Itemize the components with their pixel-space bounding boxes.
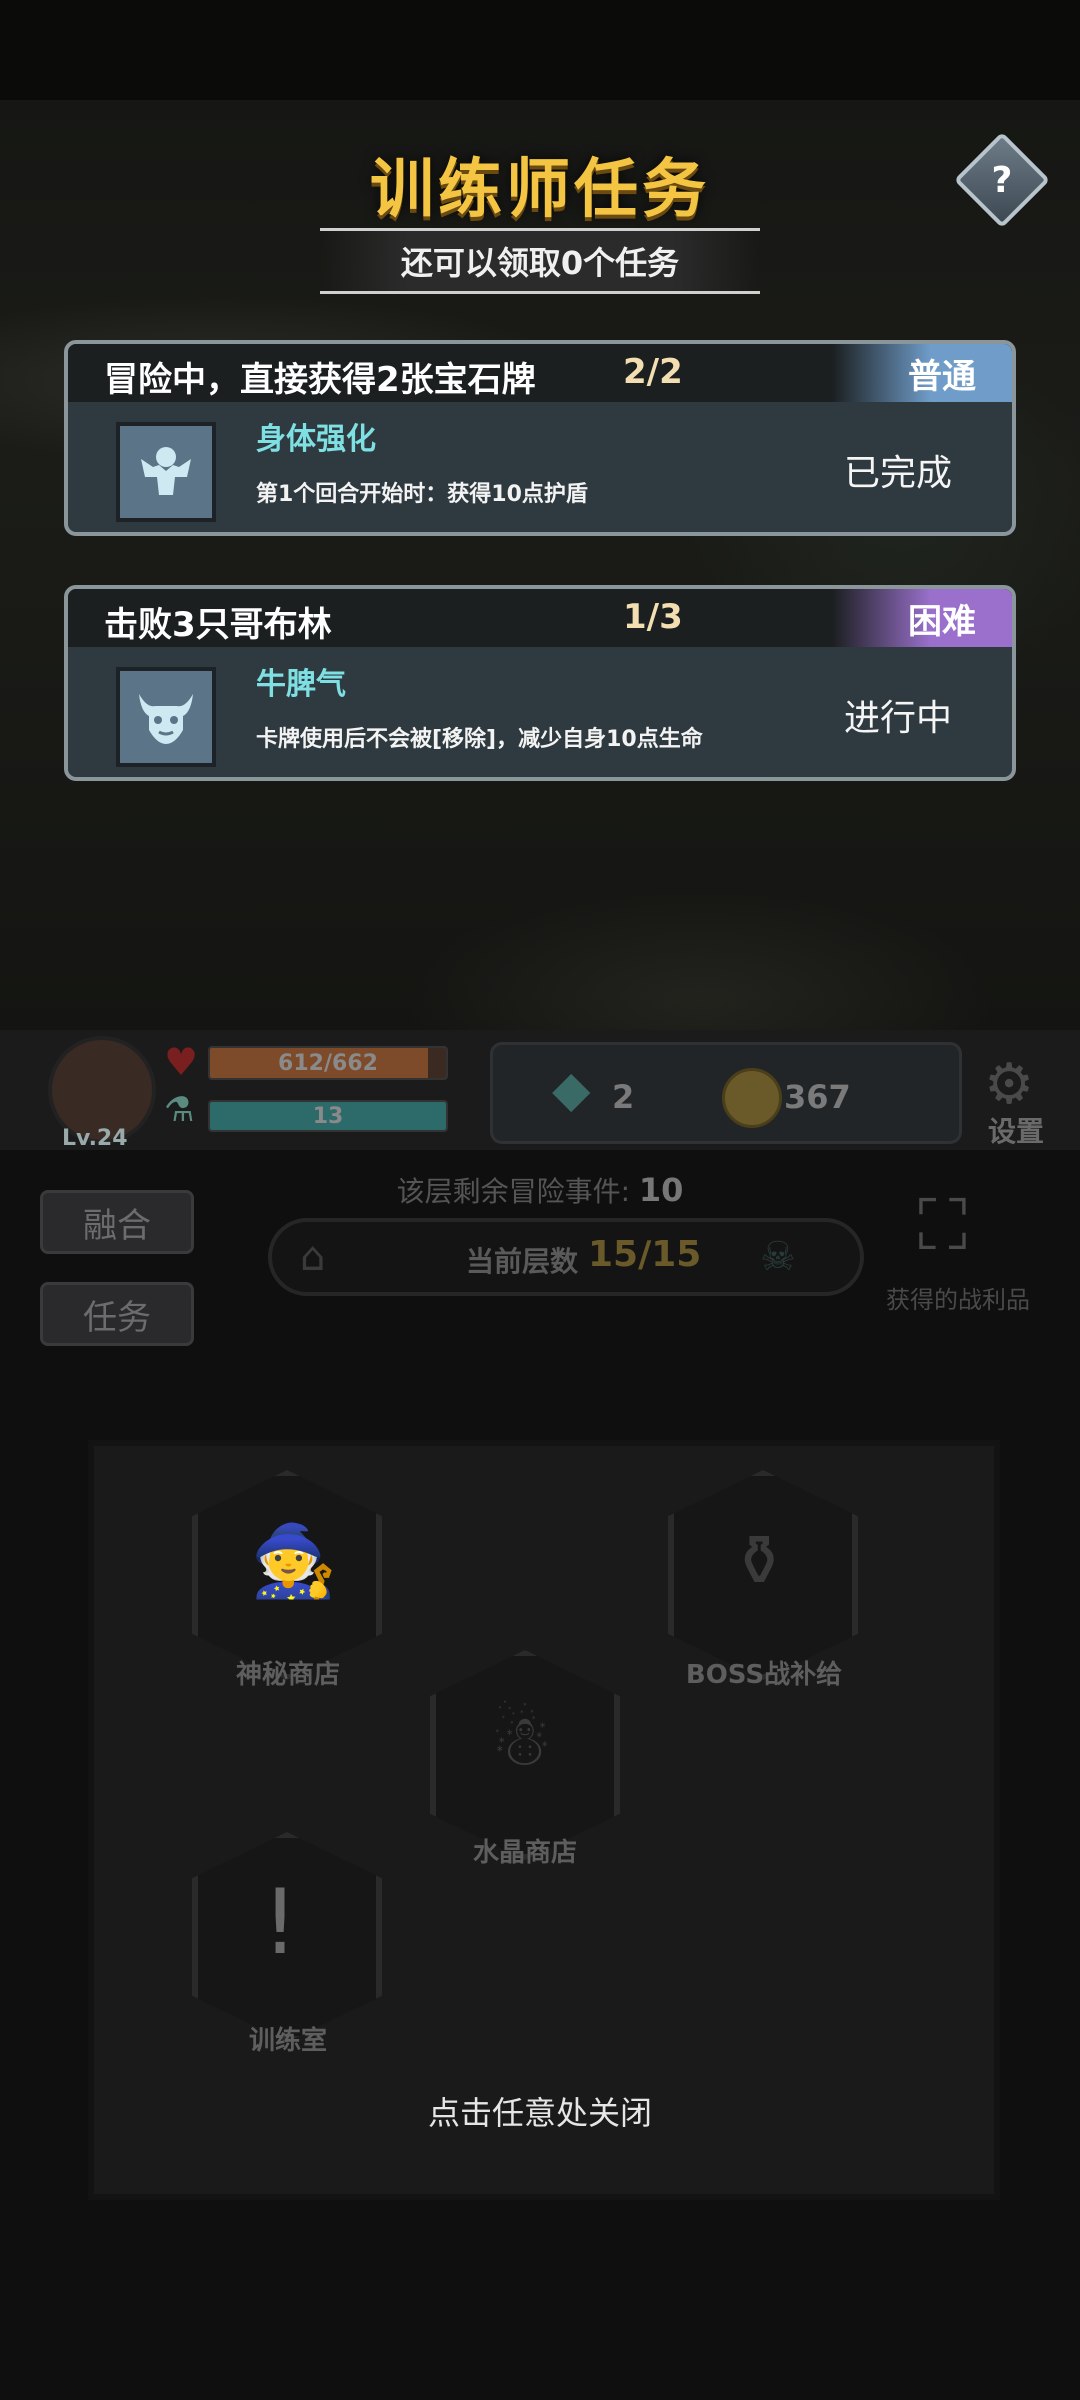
floor-events-label: 该层剩余冒险事件: <box>396 1175 630 1208</box>
coin-count: 367 <box>784 1078 851 1116</box>
coin-icon <box>722 1068 782 1128</box>
potion-icon: ⚗ <box>164 1090 195 1130</box>
settings-label[interactable]: 设置 <box>988 1110 1044 1150</box>
task-status: 已完成 <box>843 453 952 494</box>
tasks-button[interactable]: 任务 <box>40 1282 194 1346</box>
task-status: 进行中 <box>843 698 952 739</box>
task-progress: 1/3 <box>623 597 683 637</box>
floor-events-value: 10 <box>638 1171 684 1209</box>
current-floor-value: 15/15 <box>588 1234 702 1275</box>
close-hint[interactable]: 点击任意处关闭 <box>0 2088 1080 2134</box>
potion-flask-icon: ⚱ <box>730 1520 789 1602</box>
task-name: 冒险中，直接获得2张宝石牌 <box>104 360 536 400</box>
skill-name: 身体强化 <box>256 422 376 457</box>
question-icon: ? <box>991 159 1013 201</box>
chest-icon[interactable]: ⛶ <box>918 1184 967 1267</box>
muscle-icon <box>116 422 216 522</box>
mp-bar: 13 <box>208 1100 448 1132</box>
skill-description: 第1个回合开始时：获得10点护盾 <box>256 482 588 507</box>
crystal-shop-label[interactable]: 水晶商店 <box>405 1832 645 1869</box>
merchant-icon: ☃ <box>490 1700 553 1782</box>
hp-text: 612/662 <box>278 1050 378 1076</box>
exclamation-icon: ! <box>262 1870 299 1975</box>
task-progress: 2/2 <box>623 352 683 392</box>
difficulty-badge: 困难 <box>832 589 1012 647</box>
hp-bar: 612/662 <box>208 1046 448 1080</box>
current-floor-label: 当前层数 <box>466 1245 579 1278</box>
gear-icon[interactable]: ⚙ <box>984 1052 1034 1117</box>
skill-description: 卡牌使用后不会被[移除]，减少自身10点生命 <box>256 727 703 752</box>
training-room-label[interactable]: 训练室 <box>168 2020 408 2057</box>
task-card[interactable]: 冒险中，直接获得2张宝石牌 2/2 普通 身体强化 第1个回合开始时：获得10点… <box>64 340 1016 536</box>
gem-count: 2 <box>612 1078 635 1116</box>
gem-icon: ◆ <box>552 1060 591 1118</box>
mp-text: 13 <box>312 1103 344 1129</box>
mystery-shop-label[interactable]: 神秘商店 <box>168 1654 408 1691</box>
heart-icon: ♥ <box>164 1040 199 1084</box>
skill-name: 牛脾气 <box>256 667 346 702</box>
task-card[interactable]: 击败3只哥布林 1/3 困难 牛脾气 卡牌使用后不会被[移除]，减少自身10点生… <box>64 585 1016 781</box>
loot-label[interactable]: 获得的战利品 <box>886 1280 1030 1315</box>
boss-supply-label[interactable]: BOSS战补给 <box>644 1654 884 1691</box>
difficulty-badge: 普通 <box>832 344 1012 402</box>
home-icon: ⌂ <box>300 1234 326 1280</box>
bull-icon <box>116 667 216 767</box>
monster-icon: ☠ <box>760 1234 796 1280</box>
page-title: 训练师任务 <box>370 153 710 227</box>
wizard-icon: 🧙 <box>250 1520 338 1602</box>
player-level: Lv.24 <box>62 1126 128 1151</box>
task-name: 击败3只哥布林 <box>104 605 332 645</box>
remaining-tasks-banner: 还可以领取0个任务 <box>320 228 760 294</box>
